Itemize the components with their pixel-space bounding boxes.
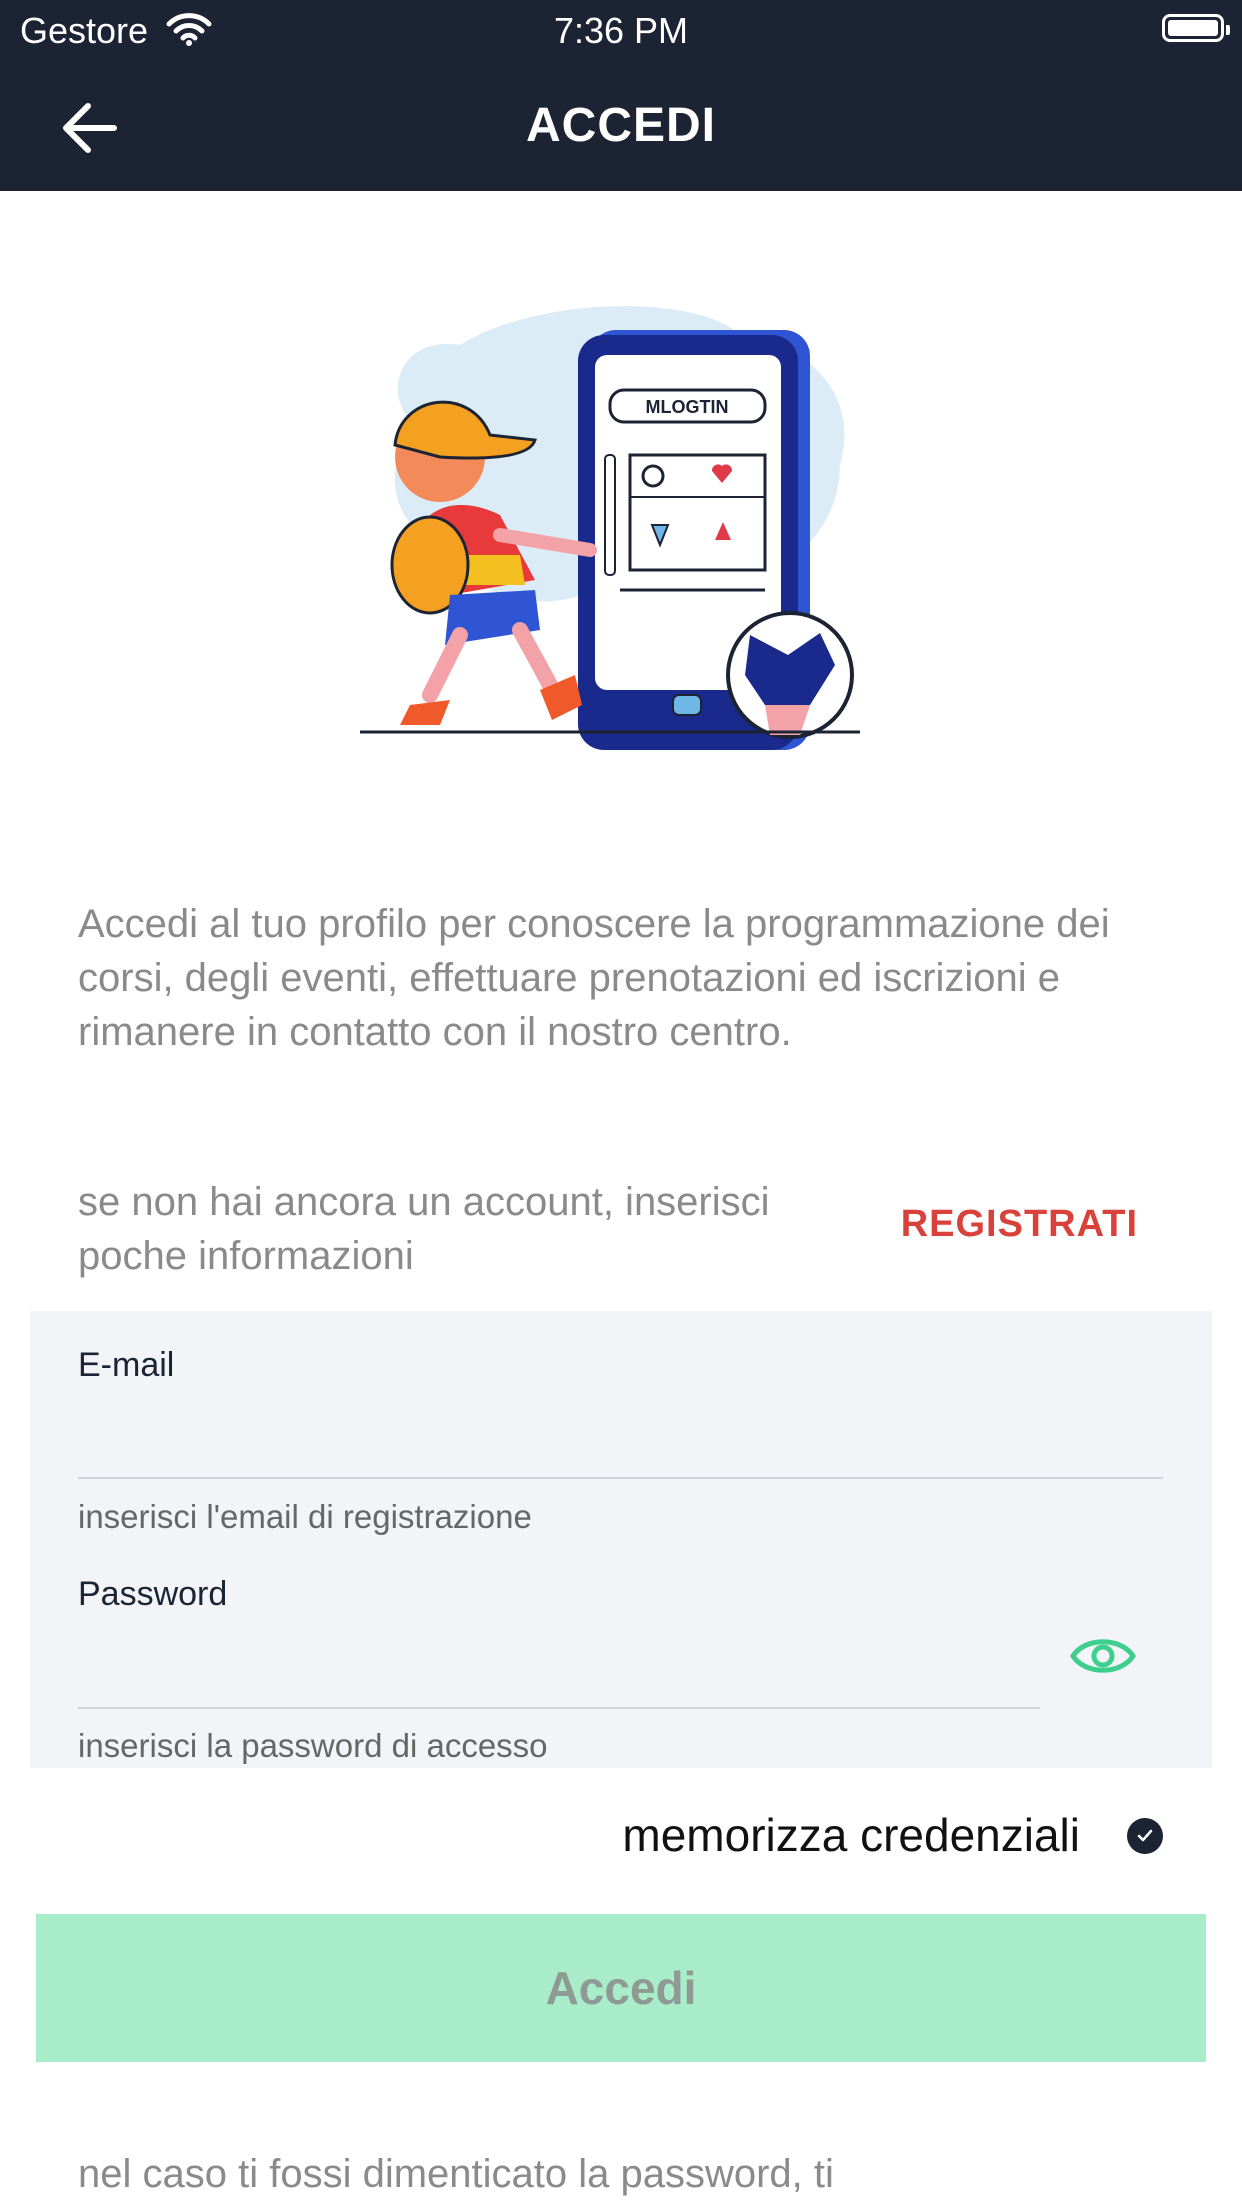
email-underline <box>78 1477 1163 1479</box>
phone-screen-label: MLOGTIN <box>646 397 729 417</box>
password-underline <box>78 1707 1040 1709</box>
forgot-password-text: nel caso ti fossi dimenticato la passwor… <box>78 2152 834 2196</box>
check-icon <box>1137 1829 1153 1842</box>
page-title: ACCEDI <box>525 99 716 152</box>
signup-prompt: se non hai ancora un account, inserisci … <box>78 1180 770 1278</box>
password-label: Password <box>78 1575 228 1613</box>
password-hint: inserisci la password di accesso <box>78 1727 548 1764</box>
email-hint: inserisci l'email di registrazione <box>78 1498 532 1535</box>
password-field[interactable] <box>78 1631 1038 1699</box>
app-header: Gestore 7:36 PM ACCEDI <box>0 0 1242 191</box>
login-form: E-mail inserisci l'email di registrazion… <box>30 1311 1212 1768</box>
status-bar: Gestore 7:36 PM <box>0 0 1242 60</box>
email-label: E-mail <box>78 1346 175 1384</box>
remember-checkbox[interactable] <box>1127 1818 1163 1854</box>
hero-illustration: MLOGTIN <box>320 235 920 835</box>
remember-label: memorizza credenziali <box>622 1809 1080 1861</box>
register-link[interactable]: REGISTRATI <box>901 1203 1138 1246</box>
battery-icon <box>1162 14 1230 42</box>
intro-text: Accedi al tuo profilo per conoscere la p… <box>78 902 1110 1054</box>
email-field[interactable] <box>78 1401 1163 1469</box>
status-time: 7:36 PM <box>553 10 689 51</box>
eye-icon[interactable] <box>1069 1631 1137 1686</box>
login-button[interactable]: Accedi <box>36 1914 1206 2062</box>
